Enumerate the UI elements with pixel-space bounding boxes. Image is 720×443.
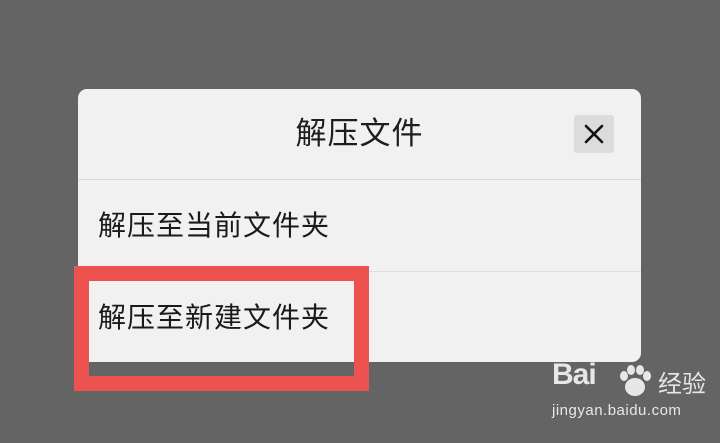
baidu-jingyan-watermark: Bai 经验 jingyan.baidu.com — [552, 358, 712, 433]
screen-backdrop: 解压文件 解压至当前文件夹 解压至新建文件夹 Bai 经验 jingyan.ba… — [0, 0, 720, 443]
extract-to-current-folder-option[interactable]: 解压至当前文件夹 — [78, 180, 641, 272]
close-icon — [584, 124, 604, 144]
dialog-header: 解压文件 — [78, 89, 641, 180]
extract-file-dialog: 解压文件 解压至当前文件夹 解压至新建文件夹 — [78, 89, 641, 362]
watermark-logo-text: Bai — [552, 358, 597, 391]
watermark-suffix: 经验 — [658, 370, 706, 398]
close-button[interactable] — [574, 115, 614, 153]
dialog-title: 解压文件 — [295, 116, 424, 152]
option-label: 解压至新建文件夹 — [98, 301, 331, 334]
watermark-url: jingyan.baidu.com — [552, 402, 682, 419]
extract-to-new-folder-option[interactable]: 解压至新建文件夹 — [78, 272, 641, 362]
paw-icon — [620, 365, 651, 396]
option-label: 解压至当前文件夹 — [98, 209, 331, 242]
